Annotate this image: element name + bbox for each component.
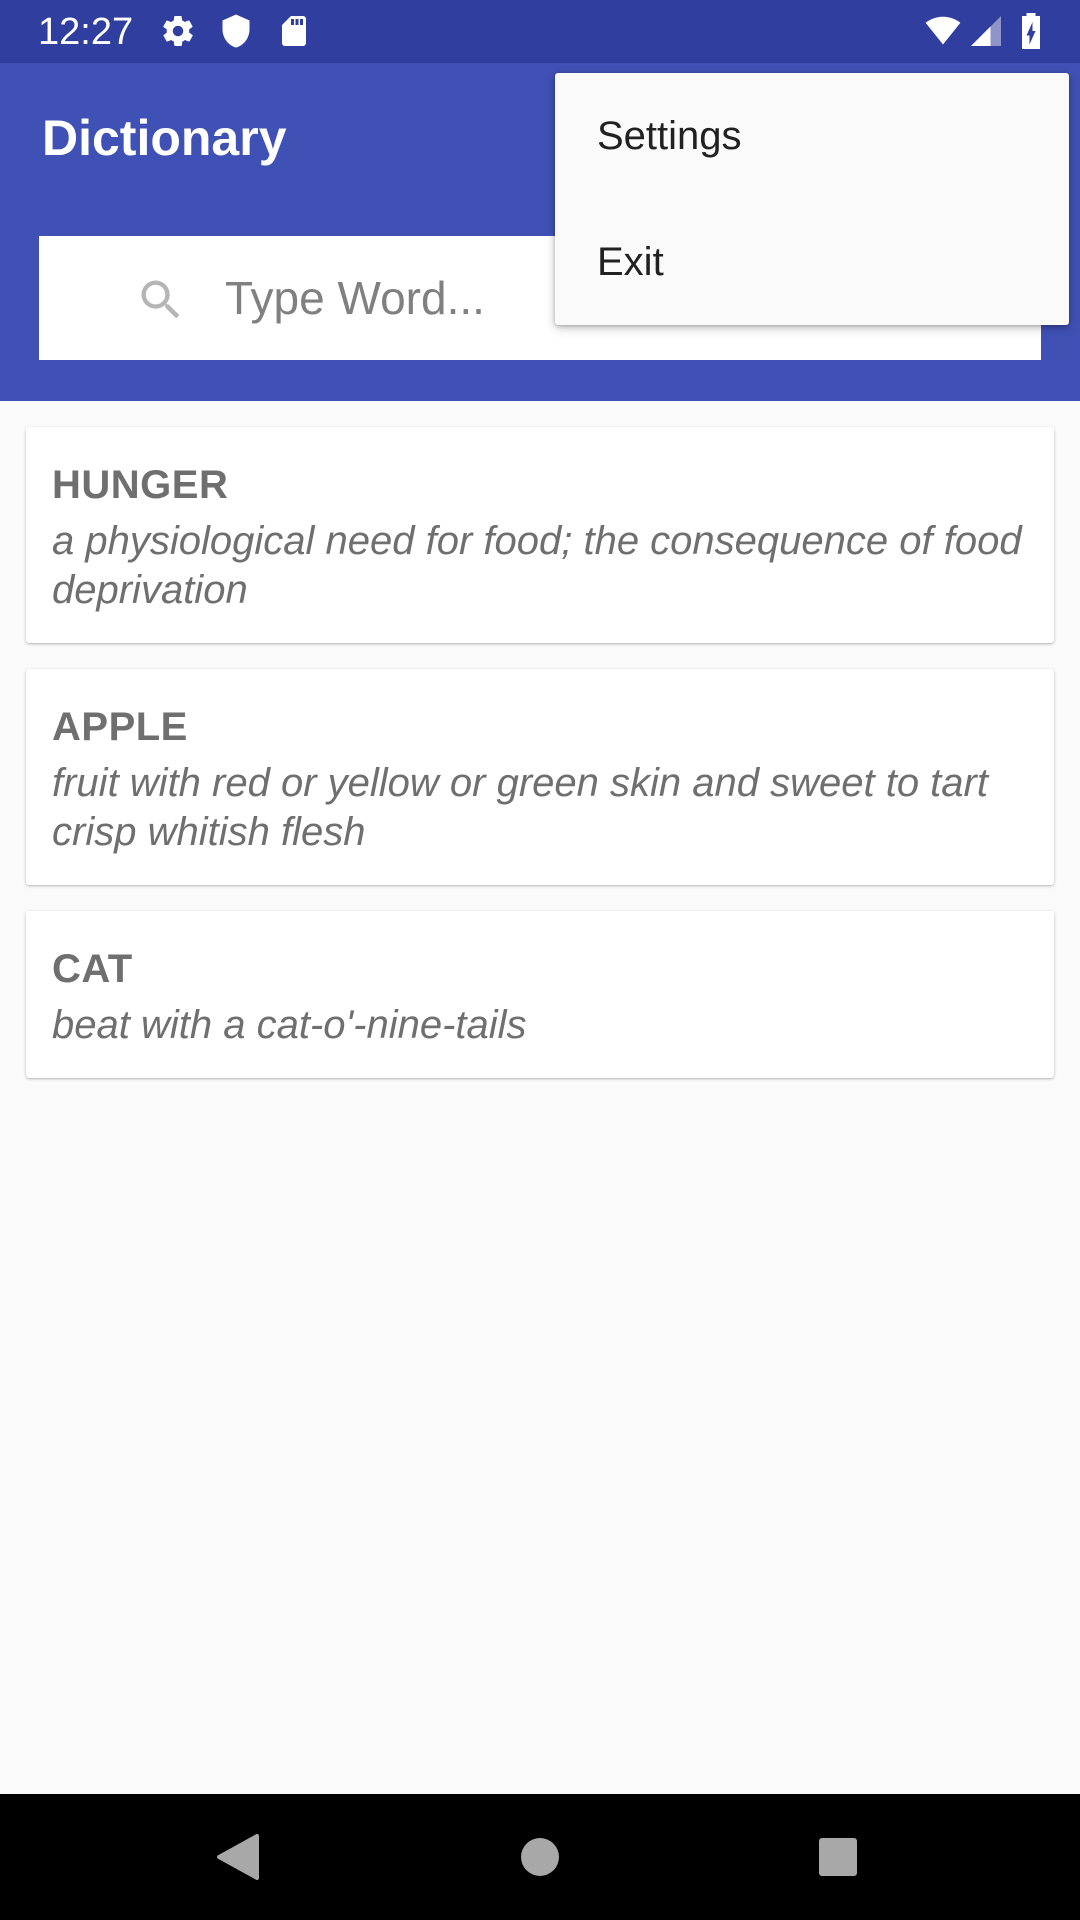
word-definition: beat with a cat-o'-nine-tails bbox=[52, 1003, 527, 1047]
status-bar: 12:27 bbox=[0, 0, 1080, 63]
word-card[interactable]: CAT beat with a cat-o'-nine-tails bbox=[26, 911, 1054, 1078]
overflow-menu: Settings Exit bbox=[555, 73, 1069, 325]
signal-icon bbox=[971, 16, 1001, 46]
recents-icon[interactable] bbox=[775, 1794, 901, 1920]
wifi-icon bbox=[925, 16, 961, 45]
sd-card-icon bbox=[282, 16, 306, 46]
shield-icon bbox=[222, 14, 250, 48]
search-icon bbox=[141, 280, 180, 319]
word-definition: a physiological need for food; the conse… bbox=[52, 519, 1022, 612]
menu-item-exit[interactable]: Exit bbox=[555, 199, 1069, 325]
battery-charging-icon bbox=[1022, 13, 1040, 49]
status-time: 12:27 bbox=[38, 11, 134, 53]
gear-icon bbox=[163, 15, 193, 47]
word-list: HUNGER a physiological need for food; th… bbox=[26, 427, 1054, 1104]
menu-item-settings[interactable]: Settings bbox=[555, 73, 1069, 199]
word-title: APPLE bbox=[52, 705, 188, 749]
app-screen: 12:27 Dictionary Type Word... HUNGER a p… bbox=[0, 0, 1080, 1920]
back-icon[interactable] bbox=[177, 1794, 303, 1920]
word-card[interactable]: APPLE fruit with red or yellow or green … bbox=[26, 669, 1054, 885]
word-definition: fruit with red or yellow or green skin a… bbox=[52, 761, 988, 854]
word-title: HUNGER bbox=[52, 463, 229, 507]
app-title: Dictionary bbox=[42, 110, 287, 166]
home-icon[interactable] bbox=[477, 1794, 603, 1920]
navigation-bar bbox=[0, 1794, 1080, 1920]
word-title: CAT bbox=[52, 947, 133, 991]
word-card[interactable]: HUNGER a physiological need for food; th… bbox=[26, 427, 1054, 643]
